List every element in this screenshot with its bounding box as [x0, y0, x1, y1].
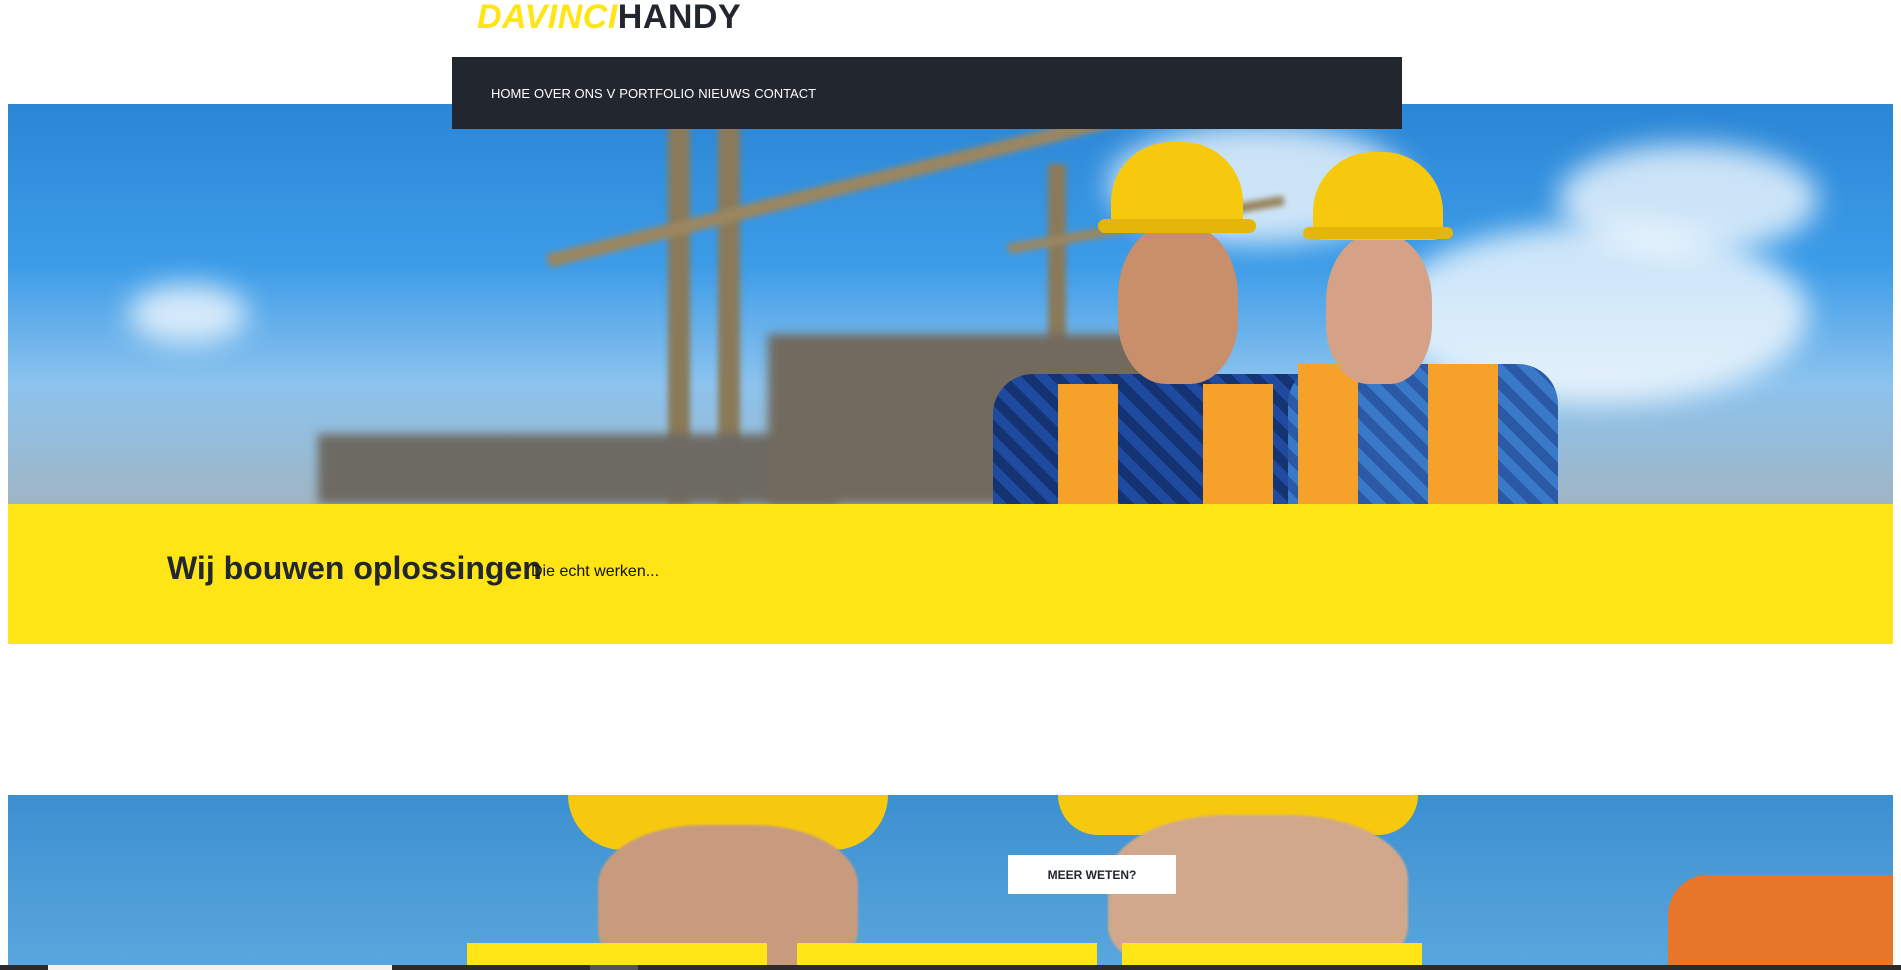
scrollbar-segment — [590, 965, 638, 970]
tagline-title: Wij bouwen oplossingen — [167, 550, 542, 586]
main-navigation: HOME OVER ONS V PORTFOLIO NIEUWS CONTACT — [452, 57, 1402, 129]
nav-item-contact[interactable]: CONTACT — [754, 86, 816, 101]
nav-item-v[interactable]: V — [607, 86, 616, 101]
scrollbar-thumb[interactable] — [48, 965, 392, 970]
tagline-band: Wij bouwen oplossingen Die echt werken..… — [8, 504, 1893, 644]
logo-text-davinci: DAVINCI — [477, 0, 618, 36]
nav-item-over-ons[interactable]: OVER ONS — [534, 86, 603, 101]
hero-banner-image — [8, 104, 1893, 504]
nav-item-nieuws[interactable]: NIEUWS — [698, 86, 750, 101]
bottom-scrollbar[interactable] — [0, 965, 1901, 970]
meer-weten-button[interactable]: MEER WETEN? — [1008, 855, 1176, 894]
tagline-subtitle: Die echt werken... — [531, 563, 660, 580]
nav-item-portfolio[interactable]: PORTFOLIO — [619, 86, 694, 101]
site-logo[interactable]: DAVINCIHANDY — [477, 0, 741, 40]
logo-text-handy: HANDY — [617, 0, 742, 36]
nav-item-home[interactable]: HOME — [491, 86, 530, 101]
